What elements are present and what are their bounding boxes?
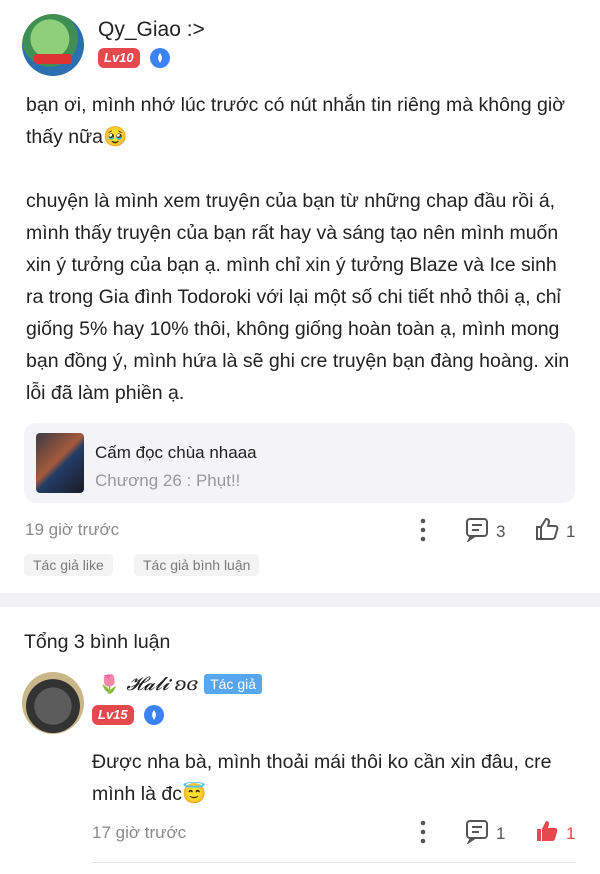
comment-divider — [92, 862, 575, 863]
more-options-icon[interactable] — [416, 819, 430, 845]
thumbs-up-filled-icon — [533, 817, 561, 850]
comment-count: 3 — [496, 521, 506, 541]
comment-count: 1 — [496, 823, 506, 843]
comment-button[interactable]: 1 — [464, 818, 505, 849]
tulip-emoji: 🌷 — [98, 673, 121, 694]
reply-username[interactable]: 𝓗𝓪𝓵𝓲 ʚɞ — [126, 673, 198, 695]
section-divider — [0, 593, 600, 607]
username[interactable]: Qy_Giao :> — [98, 18, 205, 42]
like-button[interactable]: 1 — [533, 817, 575, 850]
author-tag: Tác giả — [204, 674, 263, 694]
story-title: Cấm đọc chùa nhaaa — [95, 443, 257, 462]
post-paragraph: bạn ơi, mình nhớ lúc trước có nút nhắn t… — [26, 94, 565, 148]
post-timestamp: 19 giờ trước — [25, 520, 120, 539]
story-cover — [36, 433, 84, 493]
like-count: 1 — [566, 521, 576, 541]
thumbs-up-icon — [533, 515, 561, 548]
post-paragraph: chuyện là mình xem truyện của bạn từ nhữ… — [26, 190, 570, 404]
user-avatar[interactable] — [22, 14, 84, 76]
reply-timestamp: 17 giờ trước — [92, 823, 187, 842]
comments-header: Tổng 3 bình luận — [24, 631, 171, 653]
more-options-icon[interactable] — [416, 517, 430, 543]
comment-icon — [464, 818, 490, 849]
author-liked-chip: Tác giả like — [24, 554, 113, 576]
comment-icon — [464, 516, 490, 547]
verified-icon — [149, 48, 170, 68]
like-button[interactable]: 1 — [533, 515, 575, 548]
comment-button[interactable]: 3 — [464, 516, 505, 547]
story-card[interactable]: Cấm đọc chùa nhaaa Chương 26 : Phụt!! — [24, 423, 575, 503]
level-badge: Lv10 — [98, 48, 140, 68]
story-chapter: Chương 26 : Phụt!! — [95, 471, 241, 490]
like-count: 1 — [566, 823, 576, 843]
verified-icon — [143, 705, 164, 725]
reply-text: Được nha bà, mình thoải mái thôi ko cần … — [92, 751, 552, 805]
author-commented-chip: Tác giả bình luận — [134, 554, 260, 576]
level-badge: Lv15 — [92, 705, 134, 725]
reply-avatar[interactable] — [22, 672, 84, 734]
